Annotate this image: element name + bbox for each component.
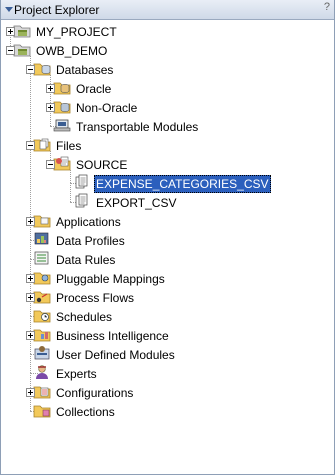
tree-node-transportable-modules[interactable]: Transportable Modules [53,117,200,136]
tree-node-label: Process Flows [56,290,135,305]
files-folder-icon [33,136,54,155]
tree-node-label: Pluggable Mappings [56,271,165,286]
tree-node-label: EXPORT_CSV [96,195,177,210]
project-tree[interactable]: MY_PROJECT OWB_DEMO Databases Oracle Non-Ora… [1,20,334,475]
tree-node-label: MY_PROJECT [36,24,117,39]
tree-node-process-flows[interactable]: Process Flows [33,288,136,307]
collapse-toggle-icon[interactable] [46,160,55,169]
collapse-toggle-icon[interactable] [26,65,35,74]
tree-node-data-profiles[interactable]: Data Profiles [33,231,127,250]
expand-toggle-icon[interactable] [26,274,35,283]
tree-node-business-intelligence[interactable]: Business Intelligence [33,326,171,345]
experts-icon [33,364,54,383]
tree-node-label: Databases [56,62,114,77]
business-intelligence-icon [33,326,54,345]
project-explorer-panel: Project Explorer ? MY_PROJECT OWB_DEMO Dat… [0,0,335,475]
expand-toggle-icon[interactable] [46,103,55,112]
tree-node-label: Data Profiles [56,233,125,248]
configurations-icon [33,383,54,402]
tree-node-label: Non-Oracle [76,100,138,115]
tree-node-export-csv[interactable]: EXPORT_CSV [73,193,178,212]
pluggable-mappings-icon [33,269,54,288]
tree-node-label: Transportable Modules [76,119,199,134]
tree-node-owb-demo[interactable]: OWB_DEMO [13,41,109,60]
expand-toggle-icon[interactable] [6,27,15,36]
databases-folder-icon [33,60,54,79]
collections-icon [33,402,54,421]
tree-node-label: SOURCE [76,157,128,172]
tree-node-label: Schedules [56,309,113,324]
collapse-triangle-icon[interactable] [5,7,13,12]
tree-node-collections[interactable]: Collections [33,402,117,421]
user-defined-modules-icon [33,345,54,364]
tree-node-label: Files [56,138,82,153]
tree-node-label: EXPENSE_CATEGORIES_CSV [94,174,271,193]
tree-node-pluggable-mappings[interactable]: Pluggable Mappings [33,269,167,288]
expand-toggle-icon[interactable] [26,293,35,302]
tree-node-user-defined-modules[interactable]: User Defined Modules [33,345,177,364]
tree-node-label: Experts [56,366,97,381]
tree-line-vertical [30,145,31,221]
process-flows-icon [33,288,54,307]
tree-node-label: Data Rules [56,252,116,267]
collapse-toggle-icon[interactable] [26,141,35,150]
transportable-modules-icon [53,117,74,136]
tree-node-label: Business Intelligence [56,328,169,343]
project-icon [13,41,34,60]
schedules-icon [33,307,54,326]
source-module-icon [53,155,74,174]
oracle-database-icon [53,79,74,98]
project-icon [13,22,34,41]
flat-file-icon [73,174,94,193]
tree-line-vertical [30,69,31,145]
tree-node-files[interactable]: Files [33,136,83,155]
panel-title: Project Explorer [14,3,100,17]
collapse-toggle-icon[interactable] [6,46,15,55]
tree-node-applications[interactable]: Applications [33,212,123,231]
tree-node-source[interactable]: SOURCE [53,155,129,174]
data-profiles-icon [33,231,54,250]
tree-node-label: Oracle [76,81,112,96]
tree-node-databases[interactable]: Databases [33,60,115,79]
tree-node-configurations[interactable]: Configurations [33,383,135,402]
tree-node-data-rules[interactable]: Data Rules [33,250,117,269]
tree-line-vertical [30,240,31,259]
tree-node-my-project[interactable]: MY_PROJECT [13,22,119,41]
panel-header[interactable]: Project Explorer ? [1,0,334,20]
panel-header-extra: ? [323,1,330,13]
tree-node-schedules[interactable]: Schedules [33,307,114,326]
tree-node-label: User Defined Modules [56,347,175,362]
applications-folder-icon [33,212,54,231]
tree-node-non-oracle[interactable]: Non-Oracle [53,98,139,117]
tree-node-oracle[interactable]: Oracle [53,79,113,98]
tree-node-label: Collections [56,404,115,419]
expand-toggle-icon[interactable] [26,331,35,340]
expand-toggle-icon[interactable] [46,84,55,93]
tree-node-label: OWB_DEMO [36,43,108,58]
data-rules-icon [33,250,54,269]
tree-line-vertical [70,183,71,202]
tree-node-experts[interactable]: Experts [33,364,99,383]
expand-toggle-icon[interactable] [26,388,35,397]
expand-toggle-icon[interactable] [26,217,35,226]
tree-node-label: Configurations [56,385,134,400]
flat-file-icon [73,193,94,212]
non-oracle-database-icon [53,98,74,117]
tree-node-expense-categories-csv[interactable]: EXPENSE_CATEGORIES_CSV [73,174,271,193]
tree-line-vertical [30,354,31,373]
tree-node-label: Applications [56,214,121,229]
